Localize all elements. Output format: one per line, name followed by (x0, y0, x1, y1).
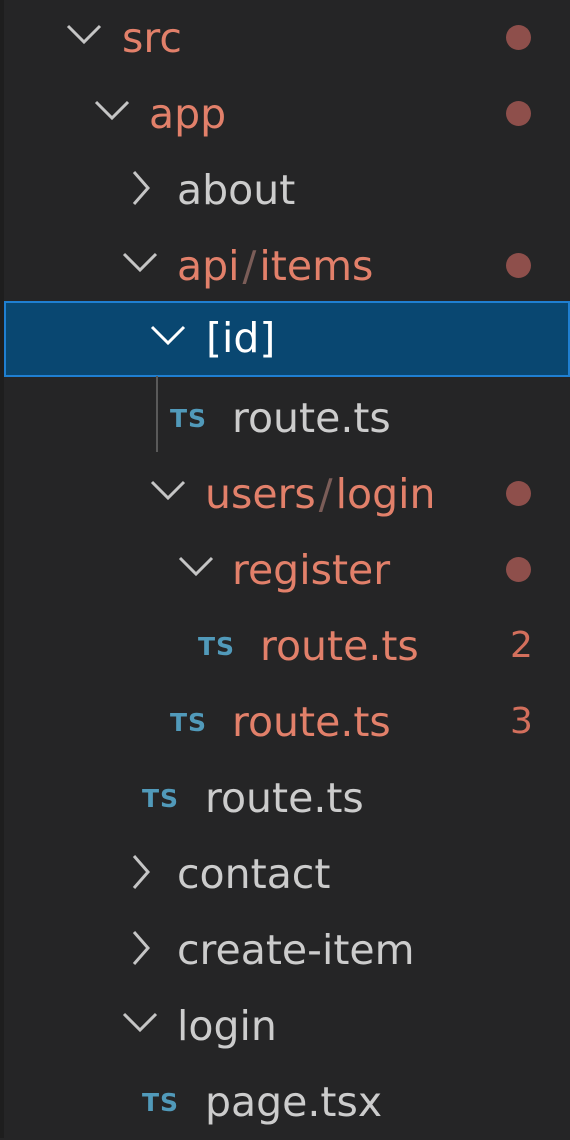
typescript-file-icon: TS (198, 632, 236, 661)
chevron-right-icon[interactable] (124, 152, 168, 228)
folder-label: [id] (206, 314, 276, 362)
tree-row-file[interactable]: TS route.ts (0, 380, 570, 456)
modified-dot-icon (506, 557, 531, 582)
tree-row-create-item[interactable]: create-item (0, 912, 570, 988)
tree-row-about[interactable]: about (0, 152, 570, 228)
folder-label-part: api (177, 242, 240, 290)
chevron-down-icon[interactable] (148, 301, 192, 377)
tree-row-api-items[interactable]: api/items (0, 228, 570, 304)
typescript-file-icon: TS (142, 1088, 180, 1117)
folder-label: register (232, 546, 391, 594)
path-separator: / (242, 242, 257, 290)
chevron-right-icon[interactable] (124, 836, 168, 912)
tree-row-file[interactable]: TS route.ts 3 (0, 684, 570, 760)
file-label: route.ts (205, 774, 364, 822)
indent-guide (156, 376, 158, 452)
typescript-file-icon: TS (170, 708, 208, 737)
tree-row-register[interactable]: register (0, 532, 570, 608)
folder-label-part: users (205, 470, 316, 518)
chevron-down-icon[interactable] (120, 988, 164, 1064)
chevron-down-icon[interactable] (148, 456, 192, 532)
folder-label: create-item (177, 926, 415, 974)
tree-row-file[interactable]: TS route.ts 2 (0, 608, 570, 684)
tree-row-id-selected[interactable]: [id] (4, 301, 570, 377)
folder-label-part: login (335, 470, 436, 518)
tree-row-app[interactable]: app (0, 76, 570, 152)
problem-count-badge: 2 (510, 625, 533, 666)
folder-label: app (149, 90, 227, 138)
tree-row-file[interactable]: TS route.ts (0, 760, 570, 836)
typescript-file-icon: TS (142, 784, 180, 813)
folder-label-compact: api/items (177, 240, 373, 292)
folder-label: about (177, 166, 296, 214)
tree-row-login[interactable]: login (0, 988, 570, 1064)
problem-count-badge: 3 (510, 701, 533, 742)
chevron-down-icon[interactable] (176, 532, 220, 608)
folder-label-compact: users/login (205, 468, 436, 520)
typescript-file-icon: TS (170, 404, 208, 433)
file-label: route.ts (232, 698, 391, 746)
path-separator: / (318, 470, 333, 518)
chevron-down-icon[interactable] (120, 228, 164, 304)
modified-dot-icon (506, 481, 531, 506)
file-label: page.tsx (205, 1078, 383, 1126)
chevron-down-icon[interactable] (64, 0, 108, 76)
modified-dot-icon (506, 253, 531, 278)
chevron-right-icon[interactable] (124, 912, 168, 988)
file-label: route.ts (260, 622, 419, 670)
modified-dot-icon (506, 25, 531, 50)
file-label: route.ts (232, 394, 391, 442)
tree-row-file[interactable]: TS page.tsx (0, 1064, 570, 1140)
chevron-down-icon[interactable] (92, 76, 136, 152)
modified-dot-icon (506, 101, 531, 126)
tree-row-src[interactable]: src (0, 0, 570, 76)
folder-label-part: items (259, 242, 374, 290)
folder-label: src (122, 14, 182, 62)
folder-label: contact (177, 850, 331, 898)
folder-label: login (177, 1002, 277, 1050)
tree-row-contact[interactable]: contact (0, 836, 570, 912)
tree-row-users-login[interactable]: users/login (0, 456, 570, 532)
